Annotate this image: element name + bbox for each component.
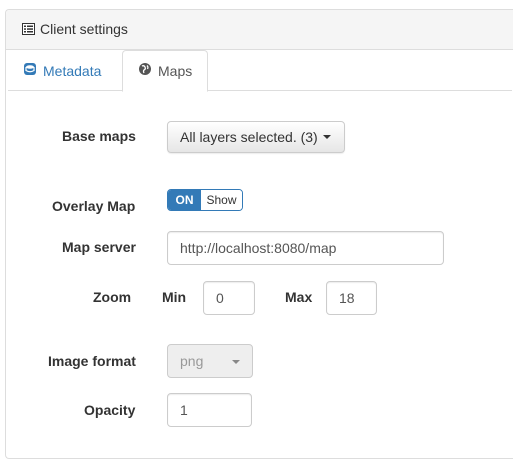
base-maps-dropdown[interactable]: All layers selected. (3) [167,121,345,153]
zoom-max-input[interactable] [326,281,377,315]
zoom-label: Zoom [93,289,132,305]
database-icon [23,51,37,91]
zoom-min-label: Min [162,289,187,305]
zoom-max-label: Max [285,289,313,305]
caret-down-icon [232,360,240,364]
map-server-label: Map server [62,239,136,255]
globe-icon [138,51,152,91]
toggle-off-label: Show [201,190,242,210]
toggle-on-label: ON [168,190,201,210]
tab-maps[interactable]: Maps [122,50,208,92]
opacity-input[interactable] [167,393,252,427]
caret-down-icon [322,135,331,140]
tab-metadata-label: Metadata [43,63,102,79]
tab-maps-label: Maps [158,63,193,79]
base-maps-label: Base maps [62,128,136,144]
opacity-label: Opacity [84,402,136,418]
panel-heading: Client settings [6,10,513,50]
zoom-min-input[interactable] [203,281,255,315]
tab-metadata[interactable]: Metadata [8,50,122,92]
image-format-value: png [180,353,204,369]
image-format-label: Image format [48,353,136,369]
overlay-map-toggle[interactable]: ON Show [167,189,243,211]
base-maps-value: All layers selected. (3) [180,129,318,145]
panel-title-text: Client settings [40,21,128,37]
overlay-map-label: Overlay Map [52,198,136,214]
image-format-select: png [167,344,253,378]
panel-title: Client settings [22,21,128,37]
list-icon [22,23,35,35]
map-server-input[interactable] [167,231,444,265]
tab-bar: Metadata Maps [8,50,512,92]
